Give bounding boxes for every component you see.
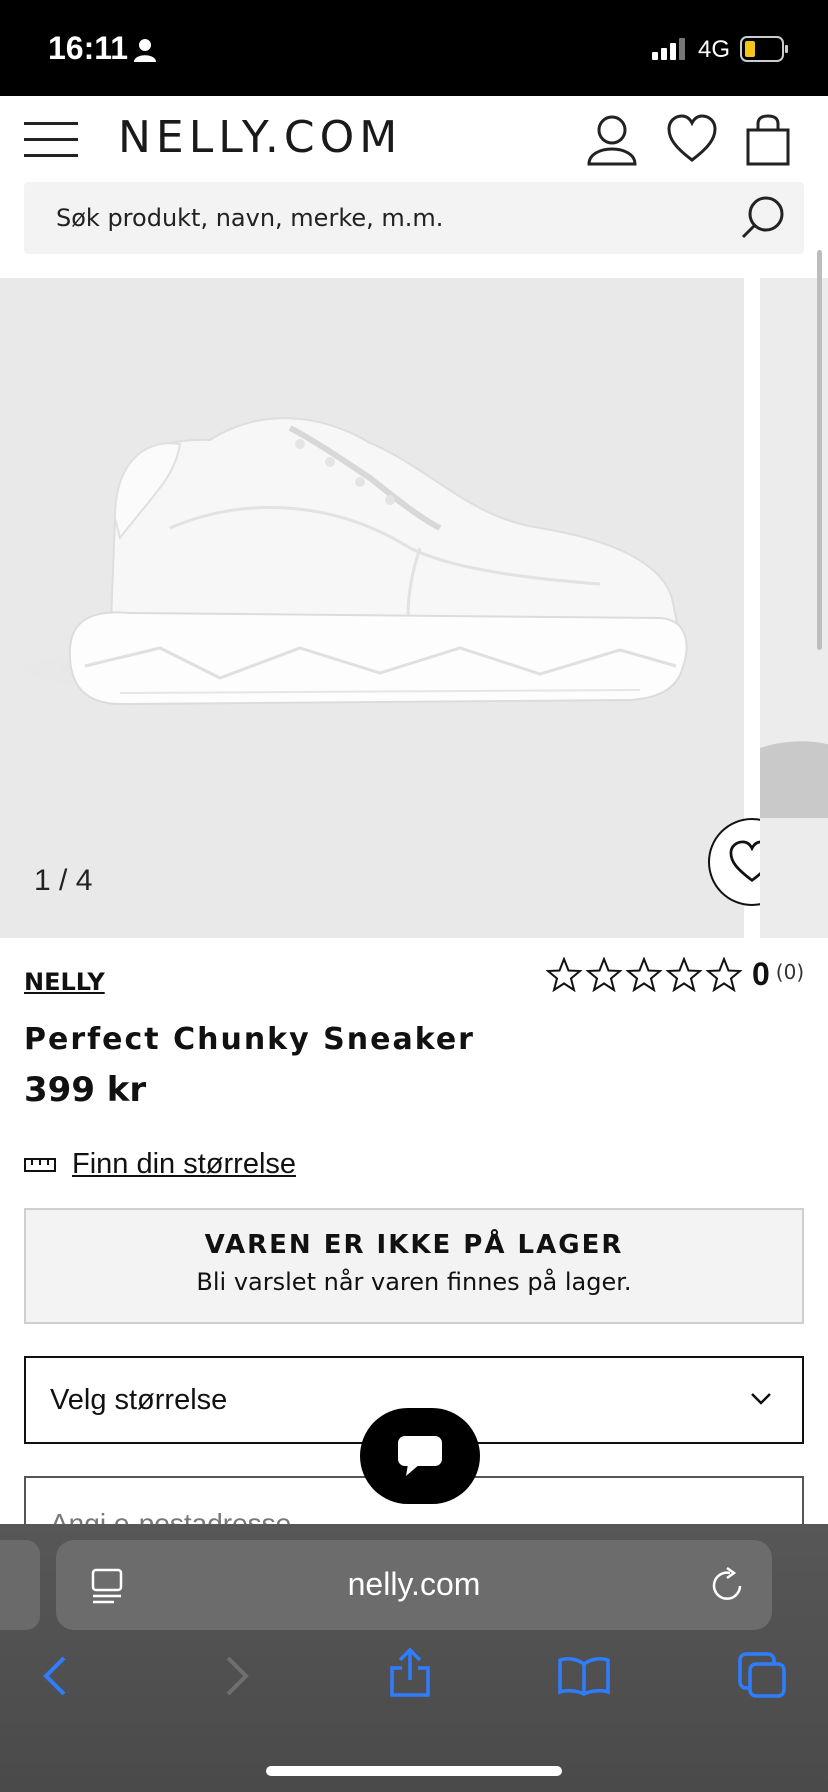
search-bar[interactable]: Søk produkt, navn, merke, m.m. [24, 182, 804, 254]
share-icon[interactable] [388, 1648, 432, 1698]
stock-notify-text[interactable]: Bli varslet når varen finnes på lager. [26, 1268, 802, 1296]
home-indicator[interactable] [266, 1766, 562, 1776]
address-bar[interactable]: nelly.com [56, 1540, 772, 1630]
reload-icon[interactable] [710, 1566, 746, 1604]
image-counter: 1 / 4 [34, 864, 93, 897]
product-rating[interactable]: 0 (0) [546, 956, 804, 993]
rating-value: 0 [752, 956, 770, 992]
network-type: 4G [698, 36, 731, 63]
size-select-label: Velg størrelse [50, 1384, 228, 1416]
product-gallery[interactable]: 1 / 4 [0, 278, 828, 938]
battery-icon [740, 36, 788, 62]
status-time: 16:11 [48, 30, 129, 66]
chat-icon [398, 1436, 442, 1476]
chevron-down-icon [751, 1393, 771, 1405]
chat-button[interactable] [360, 1408, 480, 1504]
forward-icon[interactable] [222, 1654, 252, 1698]
wishlist-icon[interactable] [666, 114, 718, 166]
person-icon [134, 39, 156, 62]
brand-link[interactable]: NELLY [24, 968, 105, 996]
signal-icon [652, 38, 685, 60]
product-image[interactable]: 1 / 4 [0, 278, 796, 938]
product-title: Perfect Chunky Sneaker [24, 1022, 475, 1057]
out-of-stock-notice[interactable]: VAREN ER IKKE PÅ LAGER Bli varslet når v… [24, 1208, 804, 1324]
bag-icon[interactable] [746, 114, 790, 166]
site-header: NELLY.COM [0, 96, 828, 182]
size-guide-link[interactable]: Finn din størrelse [24, 1148, 296, 1181]
tabs-icon[interactable] [738, 1652, 786, 1698]
ruler-icon [24, 1157, 56, 1172]
size-guide-label[interactable]: Finn din størrelse [72, 1148, 296, 1181]
menu-icon[interactable] [24, 120, 80, 158]
browser-toolbar: nelly.com [0, 1524, 828, 1792]
account-icon[interactable] [586, 114, 638, 166]
bookmarks-icon[interactable] [558, 1656, 610, 1696]
star-icon [546, 956, 743, 992]
search-icon[interactable] [740, 194, 786, 240]
product-price: 399 kr [24, 1070, 147, 1110]
rating-count: (0) [775, 959, 805, 984]
url-text[interactable]: nelly.com [56, 1566, 772, 1603]
site-logo[interactable]: NELLY.COM [118, 112, 402, 163]
previous-tab[interactable] [0, 1540, 40, 1630]
back-icon[interactable] [40, 1654, 70, 1698]
stock-status-title: VAREN ER IKKE PÅ LAGER [204, 1230, 624, 1260]
sneaker-image [0, 417, 688, 706]
search-input[interactable]: Søk produkt, navn, merke, m.m. [56, 204, 443, 232]
page-scrollbar[interactable] [817, 250, 822, 650]
status-bar: 16:11 4G [0, 0, 828, 96]
